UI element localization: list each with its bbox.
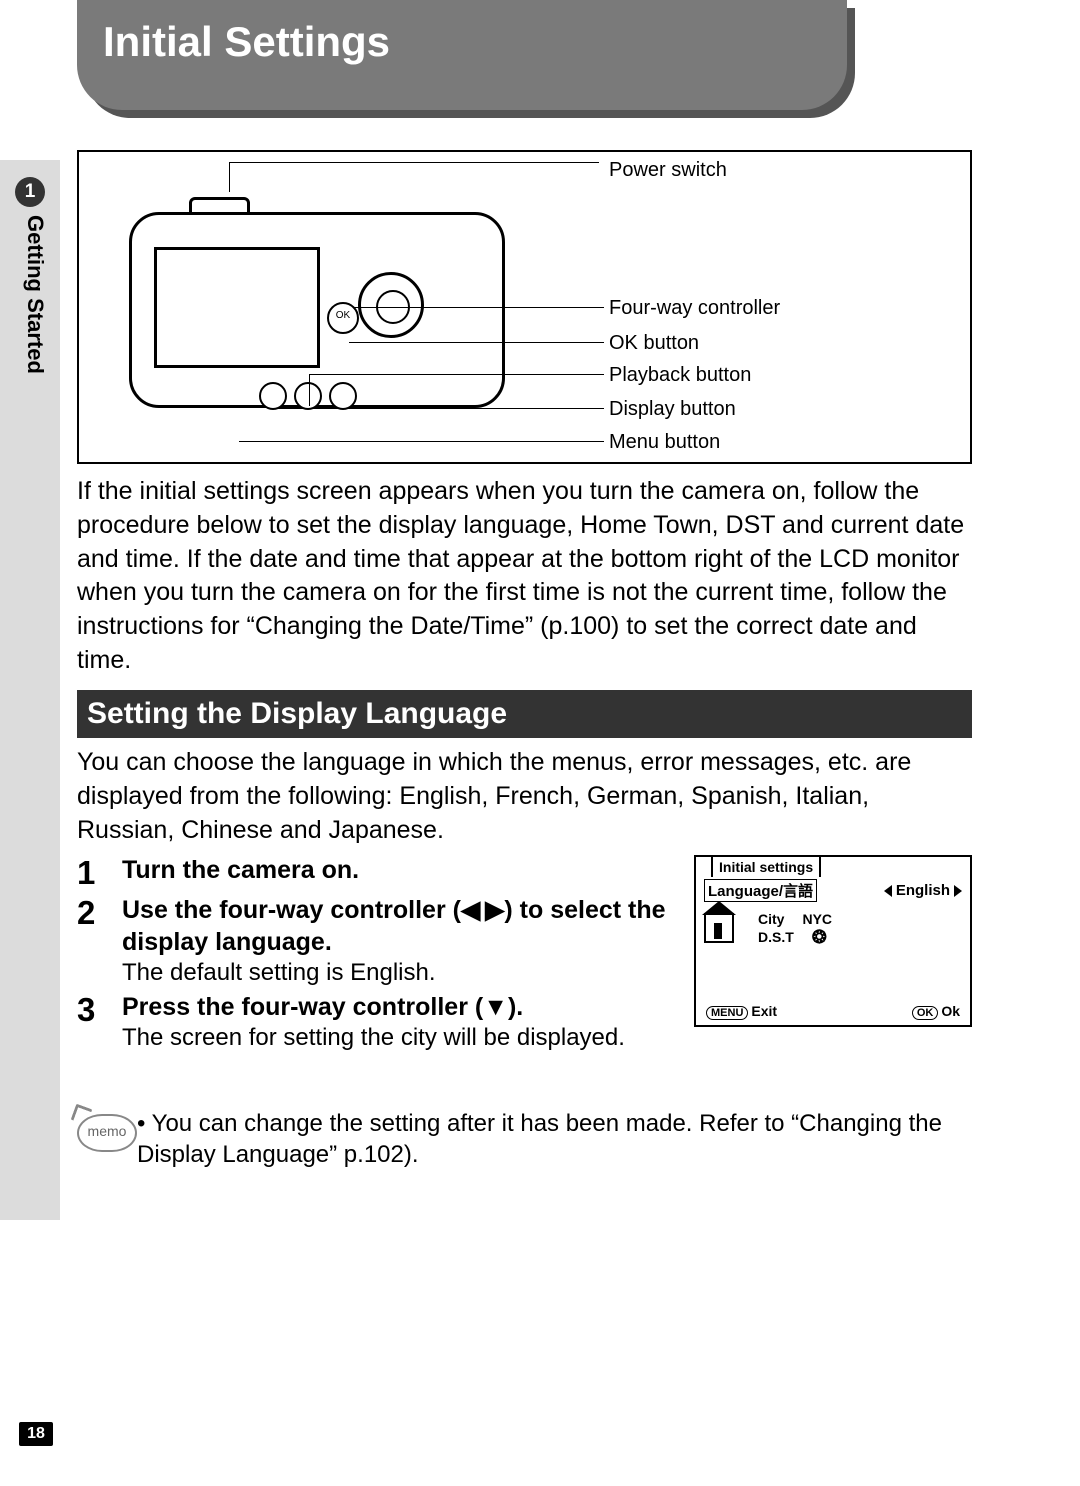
intro-paragraph: If the initial settings screen appears w… bbox=[77, 475, 972, 678]
lcd-footer: MENUExit OKOk bbox=[706, 1003, 960, 1019]
step-number: 3 bbox=[77, 992, 122, 1028]
header-tab: Initial Settings bbox=[77, 0, 847, 110]
page-number: 18 bbox=[19, 1422, 53, 1446]
memo-icon: memo bbox=[77, 1114, 137, 1152]
step-3: 3 Press the four-way controller (▼). The… bbox=[77, 992, 672, 1053]
step-head: Press the four-way controller (▼). bbox=[122, 992, 625, 1023]
lcd-dst-label: D.S.T bbox=[758, 928, 794, 946]
memo-text: • You can change the setting after it ha… bbox=[137, 1108, 972, 1170]
house-icon bbox=[704, 913, 734, 943]
label-menu-button: Menu button bbox=[609, 431, 720, 454]
step-2: 2 Use the four-way controller (◀ ▶) to s… bbox=[77, 895, 672, 988]
chapter-number: 1 bbox=[15, 177, 45, 207]
lcd-city-row: City NYC D.S.T ❂ bbox=[704, 910, 962, 946]
memo-row: memo • You can change the setting after … bbox=[77, 1108, 972, 1170]
step-1: 1 Turn the camera on. bbox=[77, 855, 672, 891]
lcd-preview: Initial settings Language/言語 English Cit… bbox=[694, 855, 972, 1027]
lcd-language-row: Language/言語 English bbox=[704, 879, 962, 902]
lead-line bbox=[309, 374, 604, 375]
step-number: 2 bbox=[77, 895, 122, 931]
lcd-tab: Initial settings bbox=[711, 855, 821, 877]
chapter-label: Getting Started bbox=[22, 215, 48, 374]
step-body-text: The screen for setting the city will be … bbox=[122, 1023, 625, 1053]
label-playback-button: Playback button bbox=[609, 364, 751, 387]
manual-page: 1 Getting Started 18 Initial Settings OK… bbox=[0, 0, 1080, 1486]
lcd-exit-label: Exit bbox=[751, 1003, 777, 1019]
step-head: Turn the camera on. bbox=[122, 855, 359, 886]
camera-diagram: OK Power switch Four-way controller OK b… bbox=[77, 150, 972, 464]
label-four-way: Four-way controller bbox=[609, 297, 780, 320]
left-arrow-icon bbox=[884, 885, 892, 897]
page-title: Initial Settings bbox=[77, 0, 847, 66]
lcd-city-value: NYC bbox=[802, 910, 832, 928]
lcd-language-label: Language/言語 bbox=[704, 879, 817, 902]
lead-line bbox=[229, 162, 230, 192]
lcd-city-label: City bbox=[758, 910, 784, 928]
ok-pill: OK bbox=[912, 1006, 939, 1020]
camera-sketch: OK bbox=[129, 192, 499, 402]
step-head: Use the four-way controller (◀ ▶) to sel… bbox=[122, 895, 672, 958]
camera-ok-button: OK bbox=[327, 302, 359, 334]
step-body-text: The default setting is English. bbox=[122, 958, 672, 988]
lcd-ok-label: Ok bbox=[941, 1003, 960, 1019]
label-ok-button: OK button bbox=[609, 332, 699, 355]
camera-btn-3 bbox=[329, 382, 357, 410]
lead-line bbox=[344, 307, 604, 308]
camera-screen bbox=[154, 247, 320, 368]
label-power-switch: Power switch bbox=[609, 159, 727, 182]
steps-list: 1 Turn the camera on. 2 Use the four-way… bbox=[77, 855, 672, 1057]
lcd-language-value: English bbox=[896, 882, 950, 899]
lead-line bbox=[349, 342, 604, 343]
camera-lens bbox=[358, 272, 424, 338]
camera-btn-1 bbox=[259, 382, 287, 410]
label-display-button: Display button bbox=[609, 398, 736, 421]
camera-btn-2 bbox=[294, 382, 322, 410]
lead-line bbox=[277, 408, 604, 409]
right-arrow-icon bbox=[954, 885, 962, 897]
section-title-bar: Setting the Display Language bbox=[77, 690, 972, 738]
lead-line bbox=[239, 441, 604, 442]
dst-icon: ❂ bbox=[812, 928, 827, 946]
section-intro: You can choose the language in which the… bbox=[77, 746, 972, 847]
menu-pill: MENU bbox=[706, 1006, 748, 1020]
lead-line bbox=[309, 374, 310, 406]
lead-line bbox=[229, 162, 599, 163]
step-number: 1 bbox=[77, 855, 122, 891]
